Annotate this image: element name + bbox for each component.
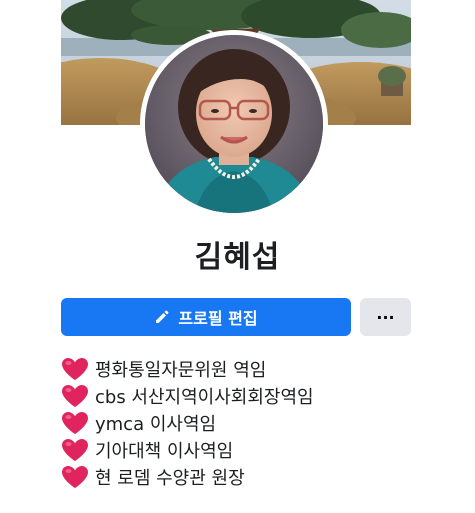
profile-avatar[interactable] (140, 30, 328, 218)
more-options-button[interactable]: ··· (360, 298, 411, 336)
more-dots-icon: ··· (376, 307, 395, 327)
bio-line: 평화통일자문위원 역임 (61, 355, 451, 382)
profile-page: 김혜섭 프로필 편집 ··· 평화통일자문위원 역임 cbs 서산지역이사회회장… (0, 0, 475, 513)
profile-name: 김혜섭 (194, 240, 281, 275)
bio-line: cbs 서산지역이사회회장역임 (61, 382, 451, 409)
red-heart-icon (62, 438, 88, 461)
bio-text: 평화통일자문위원 역임 (95, 359, 267, 381)
edit-profile-label: 프로필 편집 (178, 309, 258, 328)
pencil-icon (156, 310, 169, 323)
bio-text: 기아대책 이사역임 (95, 440, 234, 462)
red-heart-icon (62, 411, 88, 434)
red-heart-icon (62, 384, 88, 407)
avatar-portrait-image (145, 35, 323, 213)
red-heart-icon (62, 357, 88, 380)
bio-line: 현 로뎀 수양관 원장 (61, 463, 451, 490)
bio-text: cbs 서산지역이사회회장역임 (95, 386, 314, 408)
avatar-photo (145, 35, 323, 213)
bio-line: 기아대책 이사역임 (61, 436, 451, 463)
bio-intro: 평화통일자문위원 역임 cbs 서산지역이사회회장역임 ymca 이사역임 기아… (61, 355, 451, 490)
bio-text: ymca 이사역임 (95, 413, 217, 435)
bio-text: 현 로뎀 수양관 원장 (95, 467, 245, 489)
red-heart-icon (62, 465, 88, 488)
edit-profile-button[interactable]: 프로필 편집 (61, 298, 351, 336)
bio-line: ymca 이사역임 (61, 409, 451, 436)
